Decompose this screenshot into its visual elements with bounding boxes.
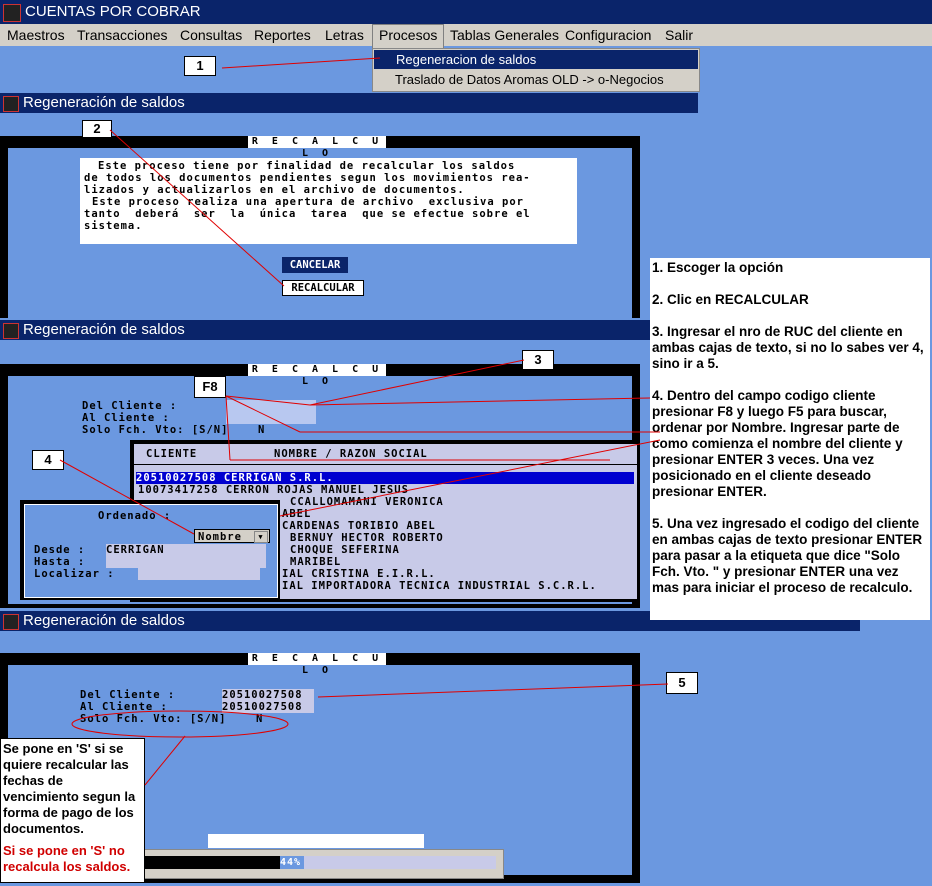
annotation-lines: [59, 57, 669, 786]
